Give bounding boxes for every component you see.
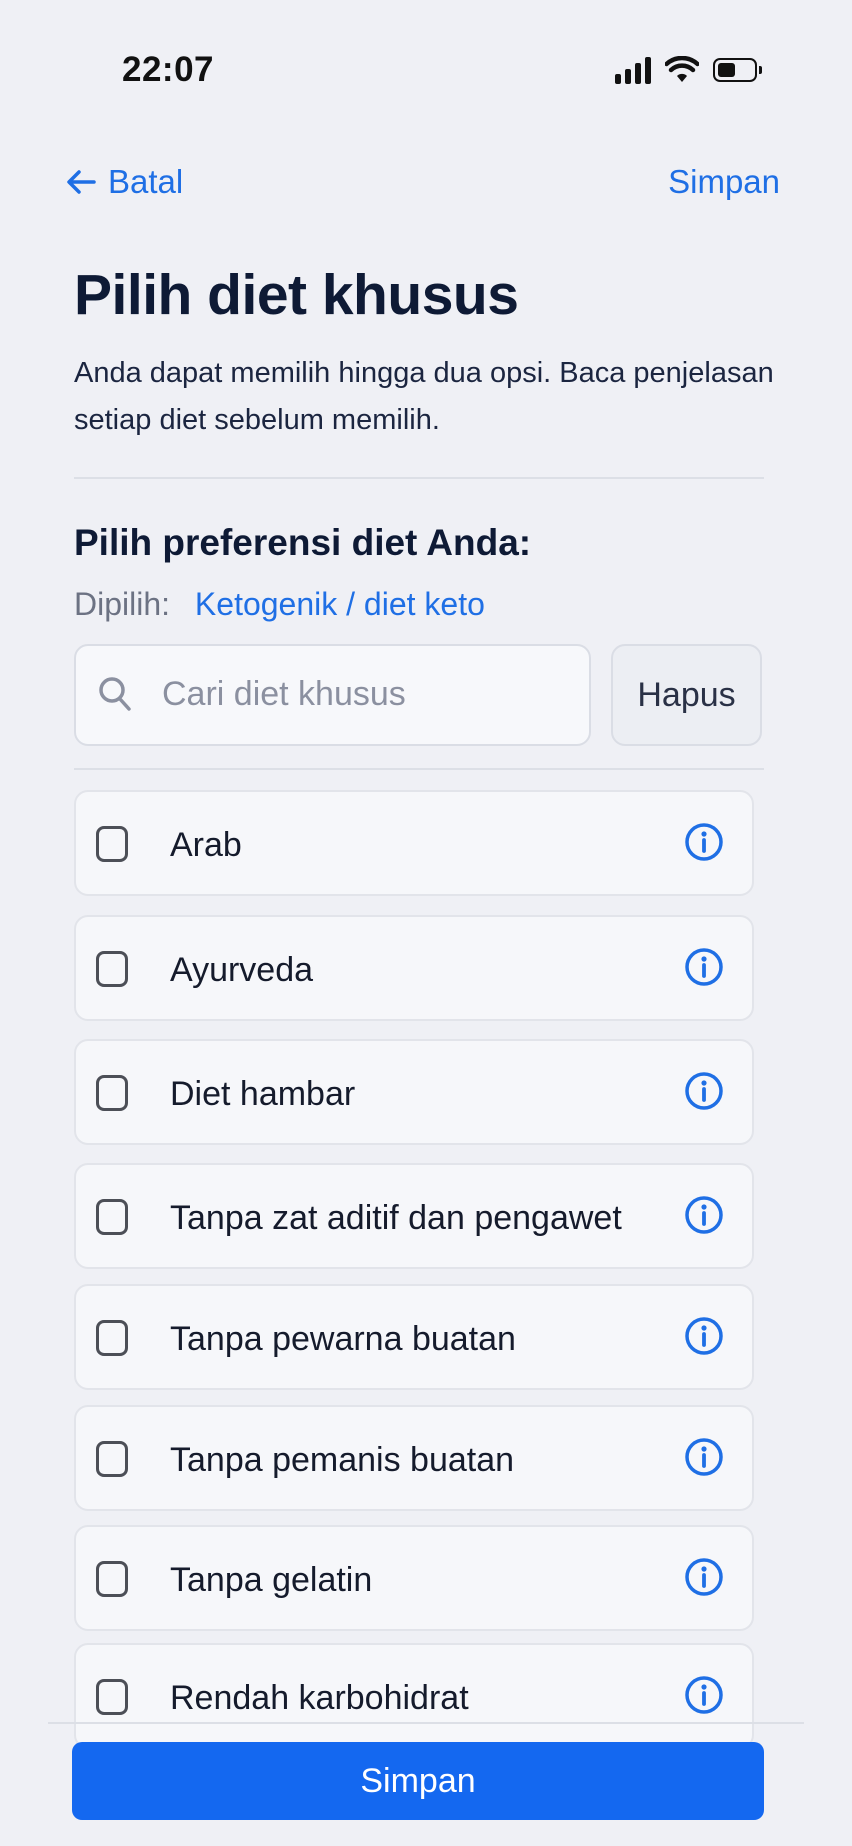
status-time: 22:07: [122, 50, 215, 89]
info-icon[interactable]: [684, 1437, 724, 1477]
page-title: Pilih diet khusus: [74, 263, 519, 327]
info-icon[interactable]: [684, 1557, 724, 1597]
info-icon[interactable]: [684, 1195, 724, 1235]
section-title: Pilih preferensi diet Anda:: [74, 522, 532, 563]
list-item-label: Rendah karbohidrat: [170, 1679, 469, 1717]
search-box[interactable]: [74, 644, 591, 746]
checkbox[interactable]: [96, 1561, 128, 1597]
checkbox[interactable]: [96, 951, 128, 987]
page-description: Anda dapat memilih hingga dua opsi. Baca…: [74, 357, 774, 436]
list-item-label: Tanpa pewarna buatan: [170, 1320, 516, 1358]
checkbox[interactable]: [96, 1679, 128, 1715]
wifi-icon: [665, 56, 699, 82]
list-item-label: Diet hambar: [170, 1075, 356, 1113]
status-icons: [615, 56, 762, 84]
selected-summary: Dipilih: Ketogenik / diet keto: [74, 586, 485, 623]
battery-icon: [713, 58, 762, 82]
cellular-signal-icon: [615, 56, 651, 84]
checkbox[interactable]: [96, 1075, 128, 1111]
checkbox[interactable]: [96, 1320, 128, 1356]
search-input[interactable]: [160, 674, 564, 715]
header-save-button[interactable]: Simpan: [668, 163, 780, 201]
back-label: Batal: [108, 163, 184, 200]
info-icon[interactable]: [684, 1316, 724, 1356]
list-item[interactable]: Ayurveda: [74, 915, 754, 1021]
battery-level: [718, 63, 735, 77]
checkbox[interactable]: [96, 1441, 128, 1477]
selected-value[interactable]: Ketogenik / diet keto: [195, 586, 485, 622]
list-item[interactable]: Tanpa pewarna buatan: [74, 1284, 754, 1390]
list-item-label: Tanpa gelatin: [170, 1561, 373, 1599]
search-icon: [99, 677, 131, 711]
info-icon[interactable]: [684, 1071, 724, 1111]
list-item[interactable]: Diet hambar: [74, 1039, 754, 1145]
list-item[interactable]: Tanpa zat aditif dan pengawet: [74, 1163, 754, 1269]
checkbox[interactable]: [96, 1199, 128, 1235]
list-item[interactable]: Tanpa pemanis buatan: [74, 1405, 754, 1511]
list-item[interactable]: Rendah karbohidrat: [74, 1643, 754, 1749]
list-item-label: Tanpa zat aditif dan pengawet: [170, 1199, 622, 1237]
divider: [74, 768, 764, 770]
list-item-label: Arab: [170, 826, 242, 864]
info-icon[interactable]: [684, 822, 724, 862]
back-button[interactable]: Batal: [66, 163, 183, 201]
list-item[interactable]: Arab: [74, 790, 754, 896]
list-item[interactable]: Tanpa gelatin: [74, 1525, 754, 1631]
footer-divider: [48, 1722, 804, 1724]
clear-button[interactable]: Hapus: [611, 644, 762, 746]
list-item-label: Ayurveda: [170, 951, 314, 989]
screen: 22:07 Batal Simpan Pilih diet khusus And…: [0, 0, 852, 1846]
info-icon[interactable]: [684, 947, 724, 987]
selected-label: Dipilih:: [74, 586, 171, 622]
checkbox[interactable]: [96, 826, 128, 862]
save-button[interactable]: Simpan: [72, 1742, 764, 1820]
arrow-left-icon: [67, 170, 96, 194]
divider: [74, 477, 764, 479]
info-icon[interactable]: [684, 1675, 724, 1715]
list-item-label: Tanpa pemanis buatan: [170, 1441, 515, 1479]
